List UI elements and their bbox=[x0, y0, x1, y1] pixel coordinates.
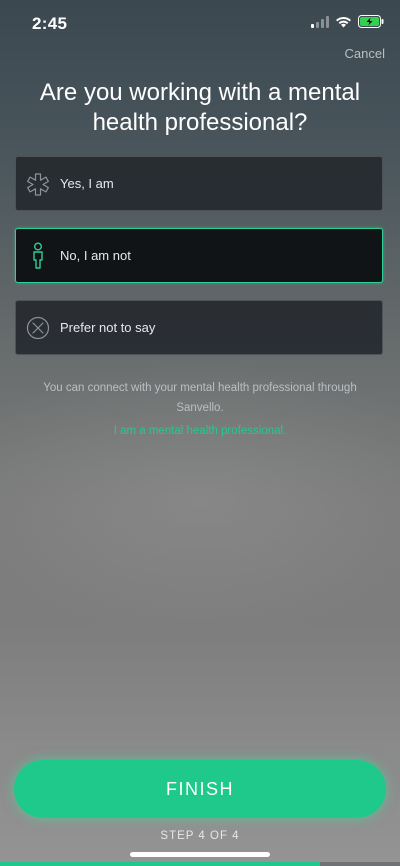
option-prefer-not[interactable]: Prefer not to say bbox=[15, 300, 383, 355]
professional-link[interactable]: I am a mental health professional. bbox=[0, 425, 400, 437]
home-indicator[interactable] bbox=[130, 852, 270, 857]
battery-charging-icon bbox=[358, 15, 384, 33]
status-bar: 2:45 bbox=[0, 0, 400, 48]
option-label: No, I am not bbox=[60, 248, 131, 263]
screen: 2:45 Cancel Are you working with a menta… bbox=[0, 0, 400, 866]
step-indicator: STEP 4 OF 4 bbox=[160, 830, 240, 842]
option-label: Prefer not to say bbox=[60, 320, 156, 335]
option-label: Yes, I am bbox=[60, 176, 114, 191]
info-text: You can connect with your mental health … bbox=[43, 382, 357, 414]
signal-icon bbox=[311, 15, 329, 33]
status-icons bbox=[311, 15, 384, 33]
wifi-icon bbox=[335, 15, 352, 33]
progress-bar bbox=[0, 862, 400, 866]
progress-fill bbox=[0, 862, 320, 866]
finish-button[interactable]: FINISH bbox=[14, 760, 386, 818]
question-title: Are you working with a mental health pro… bbox=[39, 79, 361, 136]
status-time: 2:45 bbox=[32, 14, 68, 33]
person-icon bbox=[26, 242, 50, 269]
circle-x-icon bbox=[26, 316, 50, 340]
option-no[interactable]: No, I am not bbox=[15, 228, 383, 283]
option-yes[interactable]: Yes, I am bbox=[15, 156, 383, 211]
medical-star-icon bbox=[26, 172, 50, 196]
cancel-button[interactable]: Cancel bbox=[345, 46, 385, 61]
